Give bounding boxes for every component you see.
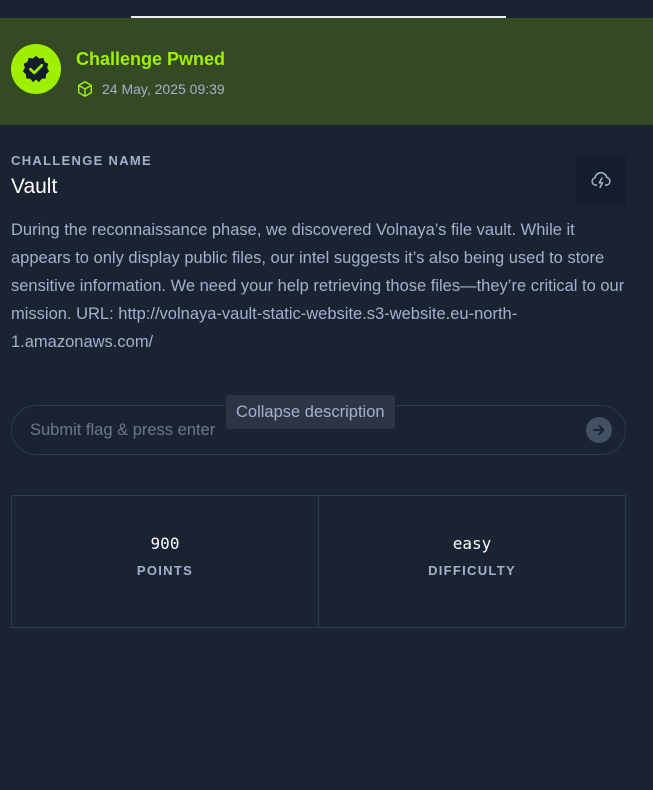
pwned-meta: 24 May, 2025 09:39 (76, 80, 225, 98)
pwned-date: 24 May, 2025 09:39 (102, 81, 225, 97)
cloud-download-icon (590, 169, 612, 191)
points-stat: 900 POINTS (12, 496, 318, 627)
cube-icon (76, 80, 94, 98)
points-label: POINTS (136, 563, 194, 578)
difficulty-value: easy (452, 534, 492, 553)
challenge-description: During the reconnaissance phase, we disc… (11, 221, 625, 351)
pwned-banner: Challenge Pwned 24 May, 2025 09:39 (0, 18, 653, 125)
stats-panel: 900 POINTS easy DIFFICULTY (11, 495, 626, 628)
submit-flag-button[interactable] (586, 417, 612, 443)
top-bar (0, 0, 653, 18)
points-value: 900 (150, 534, 180, 553)
difficulty-stat: easy DIFFICULTY (318, 496, 625, 627)
collapse-description-tooltip: Collapse description (226, 395, 395, 429)
download-button[interactable] (576, 155, 626, 205)
arrow-right-icon (592, 423, 606, 437)
challenge-panel: Challenge Pwned 24 May, 2025 09:39 CHALL… (0, 0, 653, 790)
checkmark-badge-icon (11, 44, 61, 94)
challenge-name: Vault (11, 175, 58, 198)
challenge-name-label: CHALLENGE NAME (11, 153, 152, 168)
pwned-title: Challenge Pwned (76, 49, 226, 69)
difficulty-label: DIFFICULTY (428, 563, 516, 578)
